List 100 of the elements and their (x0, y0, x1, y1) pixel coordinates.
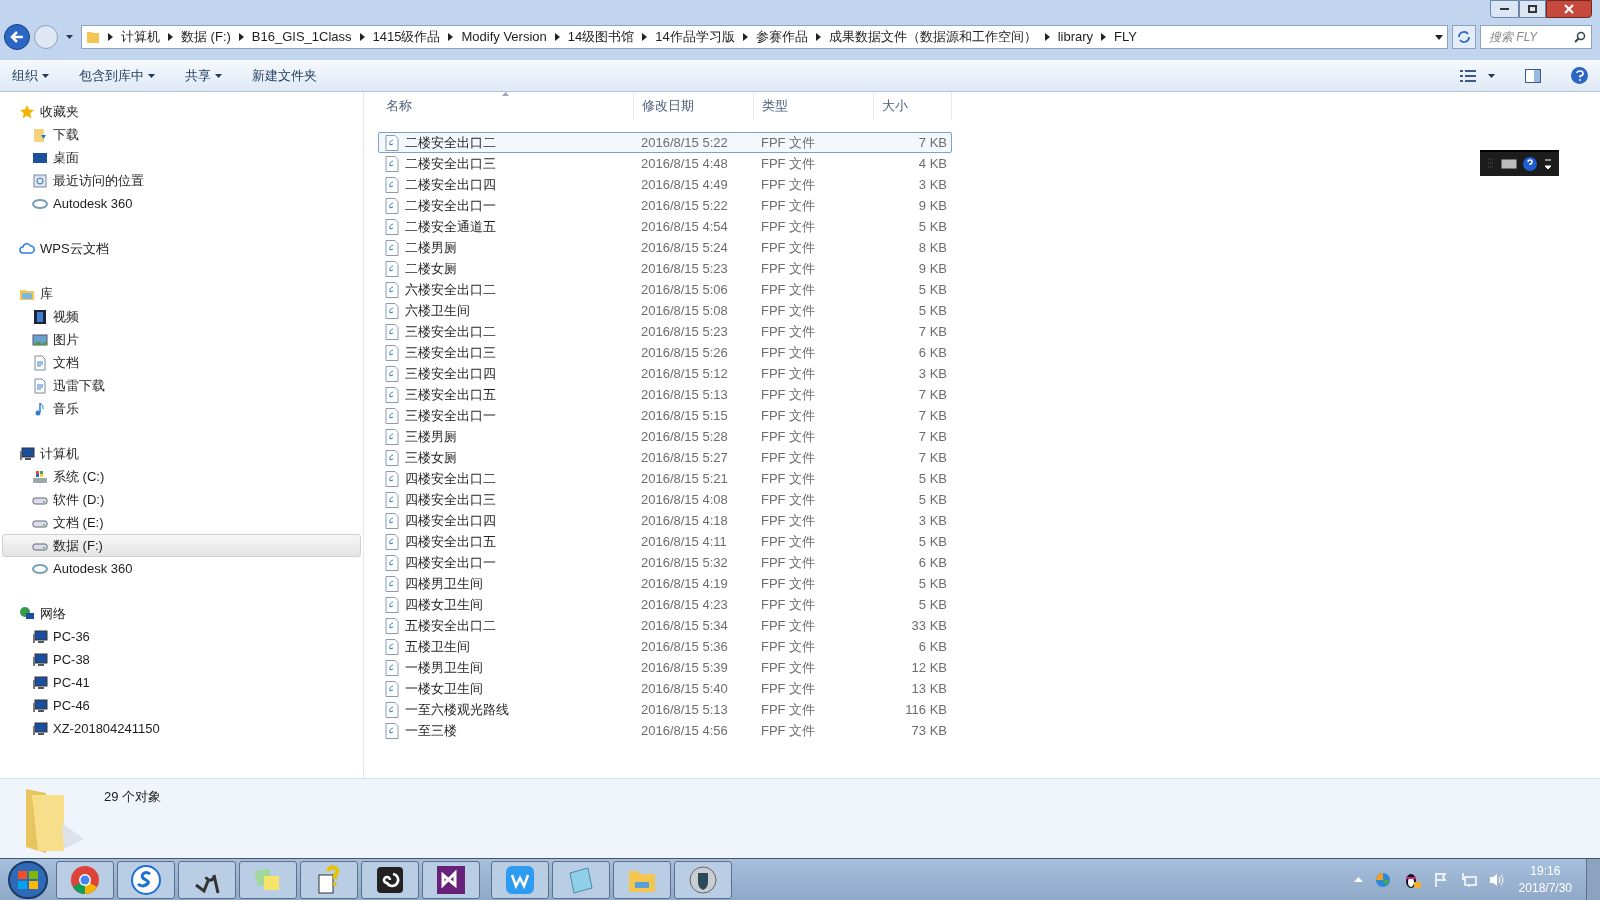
toolbar-button[interactable]: 新建文件夹 (252, 65, 317, 86)
file-row[interactable]: 二楼安全出口四 2016/8/15 4:49 FPF 文件 3 KB (378, 174, 952, 195)
nav-item[interactable]: 文档 (2, 351, 361, 374)
nav-item[interactable]: 数据 (F:) (2, 534, 361, 557)
nav-item[interactable]: 软件 (D:) (2, 488, 361, 511)
file-row[interactable]: 三楼安全出口三 2016/8/15 5:26 FPF 文件 6 KB (378, 342, 952, 363)
breadcrumb[interactable]: 计算机 (121, 27, 160, 47)
toolbar-button[interactable]: 共享 (185, 65, 222, 86)
file-row[interactable]: 四楼安全出口一 2016/8/15 5:32 FPF 文件 6 KB (378, 552, 952, 573)
breadcrumb[interactable]: 14作品学习版 (655, 27, 735, 47)
file-row[interactable]: 三楼安全出口一 2016/8/15 5:15 FPF 文件 7 KB (378, 405, 952, 426)
dropdown-caret-icon[interactable] (1435, 34, 1443, 40)
nav-item[interactable]: 下载 (2, 123, 361, 146)
taskbar-app-button[interactable] (674, 860, 732, 899)
nav-item[interactable]: PC-38 (2, 648, 361, 671)
table-cell-text: 7 KB (917, 385, 947, 404)
breadcrumb[interactable]: Modify Version (461, 27, 547, 47)
nav-group-header[interactable]: 库 (0, 282, 363, 305)
table-cell-text: 2016/8/15 4:18 (640, 511, 729, 530)
file-row[interactable]: 三楼安全出口四 2016/8/15 5:12 FPF 文件 3 KB (378, 363, 952, 384)
taskbar-app-button[interactable] (422, 860, 480, 899)
nav-item[interactable]: Autodesk 360 (2, 192, 361, 215)
breadcrumb[interactable]: 14级图书馆 (567, 27, 635, 47)
nav-item[interactable]: 系统 (C:) (2, 465, 361, 488)
toolbar-button[interactable]: 组织 (12, 65, 49, 86)
breadcrumb[interactable]: 1415级作品 (372, 27, 441, 47)
file-row[interactable]: 二楼安全出口三 2016/8/15 4:48 FPF 文件 4 KB (378, 153, 952, 174)
close-button[interactable] (1546, 0, 1592, 18)
breadcrumb[interactable]: B16_GIS_1Class (251, 27, 352, 47)
file-row[interactable]: 五楼安全出口二 2016/8/15 5:34 FPF 文件 33 KB (378, 615, 952, 636)
nav-item[interactable]: 视频 (2, 305, 361, 328)
file-row[interactable]: 三楼男厕 2016/8/15 5:28 FPF 文件 7 KB (378, 426, 952, 447)
breadcrumb[interactable]: 成果数据文件（数据源和工作空间） (828, 27, 1037, 47)
nav-item[interactable]: 最近访问的位置 (2, 169, 361, 192)
file-name: 五楼卫生间 (405, 637, 470, 656)
file-row[interactable]: 一至三楼 2016/8/15 4:56 FPF 文件 73 KB (378, 720, 952, 741)
table-cell-text: 6 KB (917, 637, 947, 656)
file-row[interactable]: 四楼安全出口五 2016/8/15 4:11 FPF 文件 5 KB (378, 531, 952, 552)
file-row[interactable]: 四楼女卫生间 2016/8/15 4:23 FPF 文件 5 KB (378, 594, 952, 615)
column-header[interactable]: 修改日期 (634, 92, 754, 120)
colored-circle-icon[interactable] (1374, 871, 1391, 888)
file-row[interactable]: 二楼安全通道五 2016/8/15 4:54 FPF 文件 5 KB (378, 216, 952, 237)
file-row[interactable]: 四楼安全出口三 2016/8/15 4:08 FPF 文件 5 KB (378, 489, 952, 510)
chrome-logo-icon (70, 864, 100, 895)
breadcrumb[interactable]: 数据 (F:) (181, 27, 231, 47)
breadcrumb[interactable]: library (1057, 27, 1094, 47)
column-header[interactable]: 类型 (754, 92, 874, 120)
nav-item[interactable]: Autodesk 360 (2, 557, 361, 580)
file-name: 四楼安全出口四 (405, 511, 496, 530)
nav-item[interactable]: PC-36 (2, 625, 361, 648)
file-row[interactable]: 六楼卫生间 2016/8/15 5:08 FPF 文件 5 KB (378, 300, 952, 321)
file-row[interactable]: 二楼女厕 2016/8/15 5:23 FPF 文件 9 KB (378, 258, 952, 279)
view-options-button[interactable] (1460, 69, 1495, 82)
restore-button[interactable] (1519, 0, 1546, 18)
nav-group-header[interactable]: 计算机 (0, 442, 363, 465)
breadcrumb[interactable]: 参赛作品 (755, 27, 808, 47)
address-bar[interactable]: 计算机 数据 (F:) B16_GIS_1Class 1415级作品 Modify Version 14级图书馆 14作品学习版 参赛作品 成果数据文件（数据源和工作空间） library FLY (81, 25, 1448, 49)
table-cell-text: 2016/8/15 4:08 (640, 490, 729, 509)
computer-icon (32, 697, 48, 714)
preview-pane-button[interactable] (1525, 68, 1541, 83)
nav-item[interactable]: 音乐 (2, 397, 361, 420)
nav-item[interactable]: XZ-201804241150 (2, 717, 361, 740)
nav-item[interactable]: 图片 (2, 328, 361, 351)
file-row[interactable]: 四楼男卫生间 2016/8/15 4:19 FPF 文件 5 KB (378, 573, 952, 594)
clock-time: 19:16 (1530, 862, 1561, 880)
back-button[interactable] (4, 24, 30, 50)
file-row[interactable]: 四楼安全出口四 2016/8/15 4:18 FPF 文件 3 KB (378, 510, 952, 531)
file-row[interactable]: 三楼安全出口二 2016/8/15 5:23 FPF 文件 7 KB (378, 321, 952, 342)
nav-item[interactable]: PC-41 (2, 671, 361, 694)
start-button[interactable] (8, 860, 48, 899)
taskbar-app-button[interactable] (178, 860, 236, 899)
file-name: 二楼安全出口三 (405, 154, 496, 173)
nav-group-header[interactable]: WPS云文档 (0, 237, 363, 260)
toolbar-button[interactable]: 包含到库中 (79, 65, 155, 86)
file-row[interactable]: 二楼男厕 2016/8/15 5:24 FPF 文件 8 KB (378, 237, 952, 258)
file-row[interactable]: 六楼安全出口二 2016/8/15 5:06 FPF 文件 5 KB (378, 279, 952, 300)
search-field[interactable]: 搜索 FLY (1480, 25, 1592, 49)
file-row[interactable]: 一楼女卫生间 2016/8/15 5:40 FPF 文件 13 KB (378, 678, 952, 699)
computer-icon (32, 720, 48, 737)
file-row[interactable]: 三楼安全出口五 2016/8/15 5:13 FPF 文件 7 KB (378, 384, 952, 405)
nav-item[interactable]: 文档 (E:) (2, 511, 361, 534)
breadcrumb[interactable]: FLY (1114, 27, 1137, 47)
help-button[interactable] (1571, 67, 1588, 84)
nav-item[interactable]: 迅雷下载 (2, 374, 361, 397)
file-icon (385, 323, 399, 340)
file-row[interactable]: 五楼卫生间 2016/8/15 5:36 FPF 文件 6 KB (378, 636, 952, 657)
taskbar-app-button[interactable] (361, 860, 419, 899)
refresh-button[interactable] (1452, 25, 1476, 49)
file-row[interactable]: 一楼男卫生间 2016/8/15 5:39 FPF 文件 12 KB (378, 657, 952, 678)
file-row[interactable]: 二楼安全出口二 2016/8/15 5:22 FPF 文件 7 KB (378, 132, 952, 153)
nav-group-header[interactable]: 收藏夹 (0, 100, 363, 123)
file-row[interactable]: 一至六楼观光路线 2016/8/15 5:13 FPF 文件 116 KB (378, 699, 952, 720)
file-row[interactable]: 三楼女厕 2016/8/15 5:27 FPF 文件 7 KB (378, 447, 952, 468)
column-header[interactable]: 大小 (874, 92, 952, 120)
nav-item[interactable]: PC-46 (2, 694, 361, 717)
file-row[interactable]: 四楼安全出口二 2016/8/15 5:21 FPF 文件 5 KB (378, 468, 952, 489)
file-row[interactable]: 二楼安全出口一 2016/8/15 5:22 FPF 文件 9 KB (378, 195, 952, 216)
nav-group-header[interactable]: 网络 (0, 602, 363, 625)
minimize-button[interactable] (1490, 0, 1519, 18)
nav-item[interactable]: 桌面 (2, 146, 361, 169)
